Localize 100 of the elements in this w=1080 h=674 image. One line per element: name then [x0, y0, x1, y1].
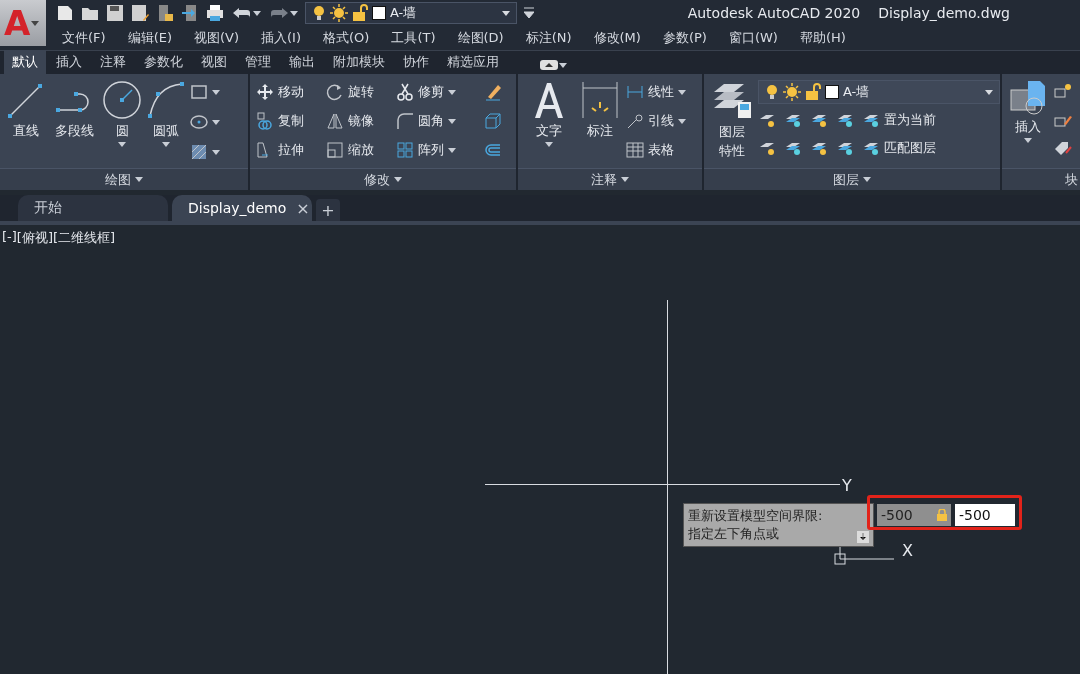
mirror-icon[interactable]: [326, 112, 344, 130]
menu-item[interactable]: 工具(T): [391, 29, 436, 47]
caret-icon[interactable]: [212, 119, 220, 125]
caret-icon[interactable]: [448, 118, 456, 124]
panel-title[interactable]: 块: [1065, 170, 1078, 189]
caret-icon[interactable]: [394, 177, 402, 182]
arc-icon[interactable]: [146, 80, 186, 120]
dimension-tool-button[interactable]: 标注: [578, 80, 622, 168]
panel-title[interactable]: 修改: [364, 170, 390, 189]
close-button[interactable]: ×: [296, 198, 310, 218]
viewport-control[interactable]: [二维线框]: [53, 229, 116, 247]
draw-tool-button[interactable]: 圆弧: [146, 80, 186, 168]
caret-icon[interactable]: [863, 177, 871, 182]
caret-icon[interactable]: [31, 20, 40, 26]
insert-block-icon[interactable]: [1010, 80, 1046, 116]
caret-icon[interactable]: [212, 89, 220, 95]
caret-icon[interactable]: [448, 147, 456, 153]
scissors-icon[interactable]: [396, 83, 414, 101]
caret-icon[interactable]: [621, 177, 629, 182]
draw-tool-button[interactable]: 多段线: [50, 80, 98, 168]
menu-item[interactable]: 编辑(E): [127, 29, 172, 47]
menu-item[interactable]: 标注(N): [525, 29, 572, 47]
array-icon[interactable]: [396, 141, 414, 159]
viewport-control[interactable]: [俯视]: [16, 229, 53, 247]
caret-icon[interactable]: [985, 89, 993, 95]
letter-a-icon[interactable]: [532, 80, 566, 120]
draw-tool-button[interactable]: 直线: [6, 80, 46, 168]
hatch-icon[interactable]: [190, 143, 208, 161]
coordinate-input[interactable]: -500: [955, 504, 1015, 526]
menu-item[interactable]: 文件(F): [62, 29, 106, 47]
insert-block-button[interactable]: 插入: [1008, 80, 1048, 168]
caret-icon[interactable]: [162, 142, 170, 147]
layer-dropdown[interactable]: A-墙: [758, 80, 1000, 104]
ribbon-tab[interactable]: 管理: [237, 50, 279, 74]
modify-tool-button[interactable]: 旋转: [326, 80, 388, 104]
ribbon-tab[interactable]: 协作: [395, 50, 437, 74]
table-icon[interactable]: [626, 141, 644, 159]
menu-item[interactable]: 帮助(H): [799, 29, 846, 47]
lightbulb-icon[interactable]: [312, 4, 326, 22]
caret-icon[interactable]: [135, 177, 143, 182]
save-icon[interactable]: [106, 4, 124, 22]
ribbon-tab[interactable]: 附加模块: [325, 50, 393, 74]
menu-item[interactable]: 修改(M): [593, 29, 641, 47]
ribbon-tab[interactable]: 注释: [92, 50, 134, 74]
ribbon-tab[interactable]: 插入: [48, 50, 90, 74]
fillet-icon[interactable]: [396, 112, 414, 130]
layer-action-button[interactable]: 匹配图层: [862, 136, 936, 160]
rectangle-icon[interactable]: [190, 83, 208, 101]
cube-icon[interactable]: [484, 112, 502, 130]
copy-icon[interactable]: [256, 112, 274, 130]
customize-menu-icon[interactable]: [524, 7, 534, 19]
eraser-icon[interactable]: [484, 83, 502, 101]
modify-tool-button[interactable]: 移动: [256, 80, 318, 104]
document-tab[interactable]: Display_demo ×: [172, 195, 312, 221]
print-icon[interactable]: [206, 4, 224, 22]
layer-action-button[interactable]: 置为当前: [862, 108, 936, 132]
draw-tool-button[interactable]: 圆: [102, 80, 142, 168]
menu-item[interactable]: 插入(I): [261, 29, 301, 47]
caret-icon[interactable]: [118, 142, 126, 147]
text-tool-button[interactable]: 文字: [524, 80, 574, 168]
unlocked-padlock-icon[interactable]: [352, 4, 368, 22]
menu-item[interactable]: 绘图(D): [457, 29, 504, 47]
tab-label[interactable]: Display_demo: [188, 200, 287, 216]
new-file-icon[interactable]: [56, 4, 74, 22]
caret-icon[interactable]: [678, 118, 686, 124]
caret-icon[interactable]: [212, 149, 220, 155]
viewport-control[interactable]: [-]: [2, 229, 17, 247]
sun-icon[interactable]: [330, 4, 348, 22]
offset-icon[interactable]: [484, 141, 502, 159]
menu-item[interactable]: 格式(O): [323, 29, 370, 47]
menu-item[interactable]: 窗口(W): [728, 29, 778, 47]
leader-icon[interactable]: [626, 112, 644, 130]
annotation-tool-button[interactable]: 表格: [626, 138, 686, 162]
caret-icon[interactable]: [1024, 138, 1032, 143]
modify-tool-button[interactable]: 修剪: [396, 80, 476, 104]
new-tab-button[interactable]: +: [316, 199, 340, 221]
ribbon-tab[interactable]: 精选应用: [439, 50, 507, 74]
caret-icon[interactable]: [545, 142, 553, 147]
sun-icon[interactable]: [783, 83, 801, 101]
layer-properties-button[interactable]: 图层特性: [710, 80, 754, 168]
modify-tool-button[interactable]: 缩放: [326, 138, 388, 162]
panel-title[interactable]: 图层: [833, 170, 859, 189]
document-tab[interactable]: 开始: [18, 195, 168, 221]
unlocked-padlock-icon[interactable]: [805, 83, 821, 101]
ribbon-tab[interactable]: 视图: [193, 50, 235, 74]
ribbon-tab[interactable]: 输出: [281, 50, 323, 74]
modify-tool-button[interactable]: 圆角: [396, 109, 476, 133]
modify-tool-button[interactable]: 复制: [256, 109, 318, 133]
tab-label[interactable]: 开始: [34, 199, 62, 217]
menu-item[interactable]: 参数(P): [662, 29, 707, 47]
modify-tool-button[interactable]: 拉伸: [256, 138, 318, 162]
caret-icon[interactable]: [502, 10, 510, 16]
scale-icon[interactable]: [326, 141, 344, 159]
annotation-tool-button[interactable]: 线性: [626, 80, 686, 104]
import-icon[interactable]: [181, 4, 199, 22]
caret-icon[interactable]: [448, 89, 456, 95]
ribbon-tab[interactable]: 默认: [4, 50, 46, 74]
modify-tool-button[interactable]: 阵列: [396, 138, 476, 162]
ribbon-tab[interactable]: 参数化: [136, 50, 191, 74]
caret-icon[interactable]: [253, 10, 261, 16]
